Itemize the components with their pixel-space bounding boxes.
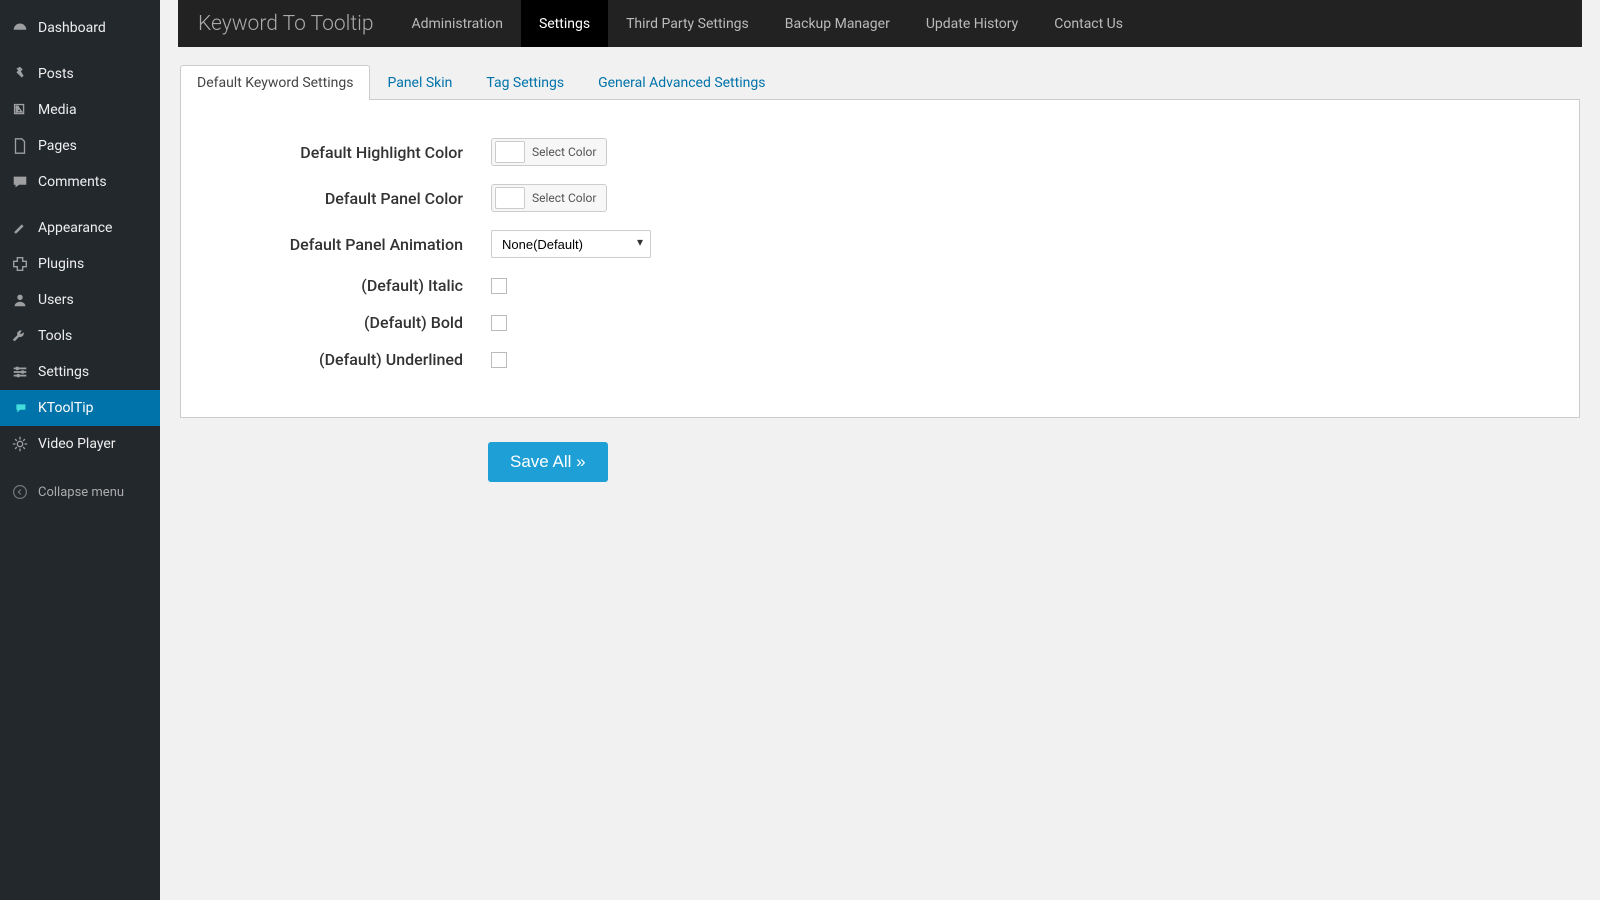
tools-icon [10,326,30,346]
sidebar-item-label: Plugins [38,256,84,272]
sidebar-item-label: Dashboard [38,20,106,36]
sidebar-item-posts[interactable]: Posts [0,56,160,92]
bold-checkbox[interactable] [491,315,507,331]
media-icon [10,100,30,120]
underlined-label: (Default) Underlined [211,350,491,369]
sidebar-item-label: Comments [38,174,107,190]
topbar-update[interactable]: Update History [908,0,1036,47]
bold-label: (Default) Bold [211,313,491,332]
sidebar-item-videoplayer[interactable]: Video Player [0,426,160,462]
sidebar-item-label: Video Player [38,436,116,452]
italic-label: (Default) Italic [211,276,491,295]
users-icon [10,290,30,310]
topbar-settings[interactable]: Settings [521,0,608,47]
sidebar-item-pages[interactable]: Pages [0,128,160,164]
collapse-icon [10,482,30,502]
tab-panel-skin[interactable]: Panel Skin [370,65,469,100]
select-color-label: Select Color [528,191,606,205]
plugin-icon [10,254,30,274]
sidebar-item-ktooltip[interactable]: KToolTip [0,390,160,426]
collapse-menu[interactable]: Collapse menu [0,472,160,512]
gear-icon [10,434,30,454]
dashboard-icon [10,18,30,38]
sidebar-item-appearance[interactable]: Appearance [0,210,160,246]
sidebar-item-tools[interactable]: Tools [0,318,160,354]
italic-checkbox[interactable] [491,278,507,294]
sidebar-item-label: Appearance [38,220,112,236]
panel-animation-label: Default Panel Animation [211,235,491,254]
sidebar-item-label: Posts [38,66,74,82]
plugin-topbar: Keyword To Tooltip Administration Settin… [178,0,1582,47]
sidebar-item-comments[interactable]: Comments [0,164,160,200]
sidebar-item-media[interactable]: Media [0,92,160,128]
underlined-checkbox[interactable] [491,352,507,368]
comment-icon [10,172,30,192]
select-color-label: Select Color [528,145,606,159]
sidebar-item-label: Settings [38,364,89,380]
panel-animation-select[interactable]: None(Default) [491,230,651,258]
plugin-title: Keyword To Tooltip [178,12,394,36]
highlight-color-picker[interactable]: Select Color [491,138,607,166]
sidebar-item-users[interactable]: Users [0,282,160,318]
main-content: Keyword To Tooltip Administration Settin… [160,0,1600,900]
pin-icon [10,64,30,84]
settings-tabs: Default Keyword Settings Panel Skin Tag … [180,65,1580,100]
appearance-icon [10,218,30,238]
topbar-thirdparty[interactable]: Third Party Settings [608,0,767,47]
save-all-button[interactable]: Save All » [488,442,608,482]
settings-icon [10,362,30,382]
panel-color-label: Default Panel Color [211,189,491,208]
color-swatch [495,187,525,209]
sidebar-item-label: Users [38,292,74,308]
collapse-label: Collapse menu [38,485,124,500]
tab-tag-settings[interactable]: Tag Settings [469,65,581,100]
sidebar-item-plugins[interactable]: Plugins [0,246,160,282]
tab-panel: Default Highlight Color Select Color Def… [180,100,1580,418]
panel-color-picker[interactable]: Select Color [491,184,607,212]
topbar-administration[interactable]: Administration [394,0,521,47]
admin-sidebar: Dashboard Posts Media Pages Comments App… [0,0,160,900]
topbar-contact[interactable]: Contact Us [1036,0,1141,47]
highlight-color-label: Default Highlight Color [211,143,491,162]
sidebar-item-label: KToolTip [38,400,93,416]
sidebar-item-label: Pages [38,138,77,154]
sidebar-item-dashboard[interactable]: Dashboard [0,10,160,46]
tab-general-advanced[interactable]: General Advanced Settings [581,65,782,100]
page-icon [10,136,30,156]
color-swatch [495,141,525,163]
tab-default-keyword[interactable]: Default Keyword Settings [180,65,370,100]
sidebar-item-label: Tools [38,328,72,344]
sidebar-item-settings[interactable]: Settings [0,354,160,390]
sidebar-item-label: Media [38,102,77,118]
tooltip-icon [10,398,30,418]
topbar-backup[interactable]: Backup Manager [767,0,908,47]
